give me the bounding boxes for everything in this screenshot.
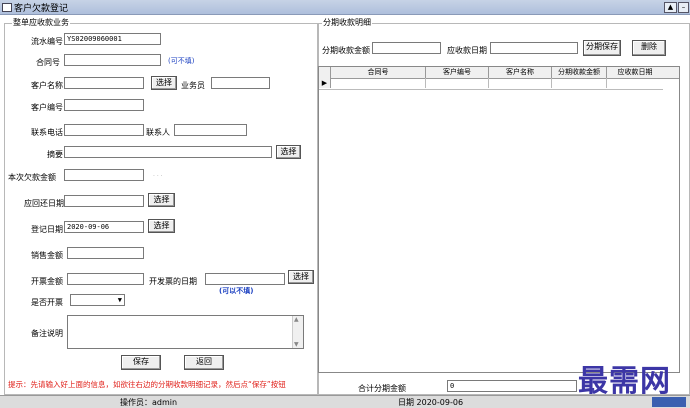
due-date-label: 应回还日期 [24,199,64,208]
invoice-date-label: 开发票的日期 [149,277,197,286]
window-title: 客户欠款登记 [14,4,69,14]
customer-name-input[interactable] [64,77,144,89]
installment-date-input[interactable] [490,42,578,54]
sales-amount-input[interactable] [67,247,144,259]
remark-textarea[interactable]: ▲ ▼ [67,315,304,349]
installment-amount-input[interactable] [372,42,441,54]
remark-scrollbar[interactable]: ▲ ▼ [292,316,303,348]
summary-select-button[interactable]: 选择 [276,145,301,159]
installment-save-button[interactable]: 分期保存 [583,40,621,56]
status-operator: 操作员：admin [120,398,178,407]
summary-input[interactable] [64,146,272,158]
scroll-down-icon[interactable]: ▼ [294,341,299,348]
status-date: 日期 2020-09-06 [398,398,464,407]
serial-input[interactable]: YS02009060001 [64,33,161,45]
title-bar: 客户欠款登记 ▲ – [0,0,690,15]
is-invoice-select[interactable]: ▼ [70,294,125,306]
summary-label: 摘要 [47,150,63,159]
window-icon [2,3,12,12]
customer-no-input[interactable] [64,99,144,111]
reg-date-label: 登记日期 [31,225,63,234]
grid-col-due-date[interactable]: 应收款日期 [607,67,663,78]
contract-hint: (可不填) [168,57,195,65]
phone-input[interactable] [64,124,144,136]
right-group-title: 分期收款明细 [322,17,372,28]
remark-label: 备注说明 [31,329,63,338]
grid-corner [319,67,331,78]
status-bar: 操作员：admin 日期 2020-09-06 [0,395,690,408]
installment-amount-label: 分期收款金额 [322,46,370,55]
minimize-button[interactable]: – [678,2,689,13]
reg-date-select-button[interactable]: 选择 [148,219,175,233]
phone-label: 联系电话 [31,128,63,137]
invoice-date-input[interactable] [205,273,285,285]
scroll-up-icon[interactable]: ▲ [294,316,299,323]
left-group-title: 整单应收款业务 [12,17,70,28]
is-invoice-label: 是否开票 [31,298,63,307]
installment-date-label: 应收款日期 [447,46,487,55]
tip-text: 提示：先请输入好上面的信息，如欲往右边的分期收款明细记录，然后点“保存”按钮 [8,380,286,389]
contact-label: 联系人 [146,128,170,137]
watermark-logo: 最需网 [578,364,671,399]
installment-delete-button[interactable]: 删除 [632,40,666,56]
amount-label: 本次欠款金额 [8,173,56,182]
due-date-input[interactable] [64,195,144,207]
contract-label: 合同号 [36,58,60,67]
total-input[interactable]: 0 [447,380,577,392]
invoice-hint: (可以不填) [219,287,254,295]
contact-input[interactable] [174,124,247,136]
amount-dots: . . . [153,171,163,178]
grid-col-contract[interactable]: 合同号 [331,67,426,78]
grid-col-customer-no[interactable]: 客户编号 [426,67,489,78]
contract-input[interactable] [64,54,161,66]
back-button[interactable]: 返回 [184,355,224,370]
salesman-label: 业务员 [181,81,205,90]
customer-select-button[interactable]: 选择 [151,76,177,90]
invoice-amount-input[interactable] [67,273,144,285]
customer-no-label: 客户编号 [31,103,63,112]
sales-amount-label: 销售金额 [31,251,63,260]
serial-label: 流水编号 [31,37,63,46]
save-button[interactable]: 保存 [121,355,161,370]
total-label: 合计分期金额 [358,384,406,393]
invoice-date-select-button[interactable]: 选择 [288,270,314,284]
row-pointer-icon: ▶ [319,78,331,88]
reg-date-input[interactable]: 2020-09-06 [64,221,144,233]
installment-grid[interactable]: 合同号 客户编号 客户名称 分期收款金额 应收款日期 ▶ [318,66,680,373]
due-date-select-button[interactable]: 选择 [148,193,175,207]
status-progress [652,397,686,407]
customer-name-label: 客户名称 [31,81,63,90]
table-row[interactable]: ▶ [319,78,663,90]
amount-input[interactable] [64,169,144,181]
grid-col-customer-name[interactable]: 客户名称 [489,67,552,78]
restore-button[interactable]: ▲ [664,2,677,13]
grid-col-amount[interactable]: 分期收款金额 [552,67,607,78]
salesman-input[interactable] [211,77,270,89]
chevron-down-icon: ▼ [117,296,122,304]
invoice-amount-label: 开票金额 [31,277,63,286]
